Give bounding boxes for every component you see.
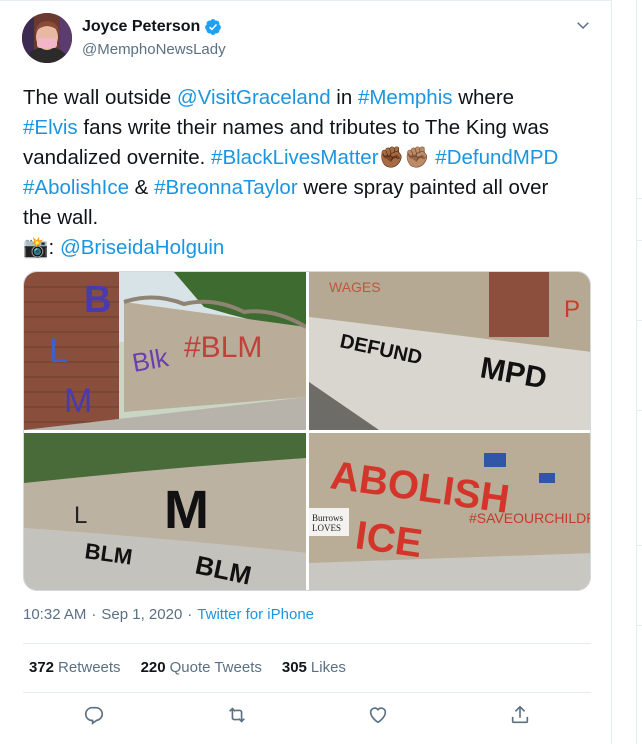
likes-stat[interactable]: 305 Likes (282, 659, 346, 676)
emoji: 📸 (23, 236, 49, 259)
divider (636, 320, 642, 321)
retweet-icon[interactable] (226, 704, 252, 730)
tweet-meta: 10:32 AM · Sep 1, 2020 · Twitter for iPh… (23, 606, 314, 623)
hashtag-link[interactable]: #Elvis (23, 116, 78, 139)
svg-text:LOVES: LOVES (312, 523, 341, 533)
svg-text:M: M (64, 382, 92, 420)
tweet-text-segment: : (48, 236, 60, 259)
divider (636, 240, 642, 241)
quote-tweets-label: Quote Tweets (169, 659, 262, 676)
svg-text:B: B (84, 279, 111, 321)
avatar[interactable] (22, 13, 72, 63)
divider (636, 545, 642, 546)
svg-text:P: P (564, 296, 580, 323)
divider (23, 643, 591, 644)
tweet-time[interactable]: 10:32 AM (23, 606, 86, 623)
quote-tweets-count: 220 (140, 659, 166, 676)
tweet-text-line: vandalized overnite. #BlackLivesMatter✊🏾… (23, 143, 603, 173)
meta-dot: · (187, 606, 193, 623)
hashtag-link[interactable]: #BreonnaTaylor (154, 176, 298, 199)
svg-text:#BLM: #BLM (184, 331, 262, 364)
tweet-text-line: the wall. (23, 203, 603, 233)
svg-text:Blk: Blk (130, 342, 172, 378)
top-border (0, 0, 612, 1)
divider (636, 410, 642, 411)
svg-text:L: L (74, 502, 87, 529)
tweet-text-segment: the wall. (23, 206, 99, 229)
hashtag-link[interactable]: #Memphis (358, 86, 453, 109)
right-sidebar-edge (612, 0, 642, 744)
divider (636, 198, 642, 199)
tweet-text-line: #AbolishIce & #BreonnaTaylor were spray … (23, 173, 603, 203)
mention-link[interactable]: @VisitGraceland (177, 86, 331, 109)
tweet-text-segment: The wall outside (23, 86, 177, 109)
retweets-label: Retweets (58, 659, 121, 676)
emoji: ✊🏾✊🏽 (378, 146, 430, 169)
tweet-date[interactable]: Sep 1, 2020 (101, 606, 182, 623)
svg-text:M: M (164, 480, 209, 540)
quote-tweets-stat[interactable]: 220 Quote Tweets (141, 659, 262, 676)
retweets-stat[interactable]: 372 Retweets (29, 659, 121, 676)
retweets-count: 372 (29, 659, 55, 676)
svg-text:L: L (49, 332, 68, 370)
photo-wall-blm-sidewalk[interactable]: L M BLM BLM (24, 433, 306, 590)
verified-badge-icon (204, 18, 222, 36)
photo-wall-abolish-ice[interactable]: ABOLISH ICE #SAVEOURCHILDREN Burrows LOV… (309, 433, 591, 590)
tweet-text-segment: & (128, 176, 155, 199)
tweet-text-line: The wall outside @VisitGraceland in #Mem… (23, 83, 603, 113)
hashtag-link[interactable]: #AbolishIce (23, 176, 129, 199)
chevron-down-icon[interactable] (574, 16, 592, 34)
author-name-row[interactable]: Joyce Peterson (82, 18, 222, 36)
tweet-actions (0, 704, 612, 734)
photo-sidewalk-defund-mpd[interactable]: WAGES DEFUND MPD P (309, 272, 590, 430)
share-icon[interactable] (509, 704, 535, 730)
svg-text:Burrows: Burrows (312, 513, 343, 523)
svg-text:#SAVEOURCHILDREN: #SAVEOURCHILDREN (469, 510, 591, 526)
author-name[interactable]: Joyce Peterson (82, 18, 200, 36)
hashtag-link[interactable]: #BlackLivesMatter (211, 146, 378, 169)
tweet-text-line: 📸: @BriseidaHolguin (23, 233, 603, 263)
tweet-text-segment: vandalized overnite. (23, 146, 212, 169)
likes-count: 305 (281, 659, 307, 676)
tweet-source-link[interactable]: Twitter for iPhone (197, 606, 314, 623)
media-grid: B L M Blk #BLM WAGES DEFUND MPD P L M BL… (23, 271, 591, 591)
svg-text:ICE: ICE (353, 513, 425, 566)
tweet-text-segment: fans write their names and tributes to T… (77, 116, 550, 139)
like-icon[interactable] (367, 704, 393, 730)
tweet-text-line: #Elvis fans write their names and tribut… (23, 113, 603, 143)
mention-link[interactable]: @BriseidaHolguin (60, 236, 224, 259)
author-handle[interactable]: @MemphoNewsLady (82, 41, 226, 58)
meta-dot: · (91, 606, 97, 623)
divider (23, 692, 591, 693)
photo-wall-blm-graffiti[interactable]: B L M Blk #BLM (24, 272, 306, 430)
tweet-text-segment: in (330, 86, 358, 109)
likes-label: Likes (310, 659, 346, 676)
tweet-text: The wall outside @VisitGraceland in #Mem… (23, 83, 603, 263)
reply-icon[interactable] (83, 704, 109, 730)
divider (636, 625, 642, 626)
tweet-stats: 372 Retweets 220 Quote Tweets 305 Likes (29, 659, 346, 676)
tweet-text-segment: were spray painted all over (297, 176, 549, 199)
hashtag-link[interactable]: #DefundMPD (435, 146, 558, 169)
svg-text:WAGES: WAGES (329, 279, 381, 295)
tweet-text-segment: where (452, 86, 515, 109)
column-border (636, 0, 637, 744)
tweet-card: Joyce Peterson @MemphoNewsLady The wall … (0, 0, 612, 744)
